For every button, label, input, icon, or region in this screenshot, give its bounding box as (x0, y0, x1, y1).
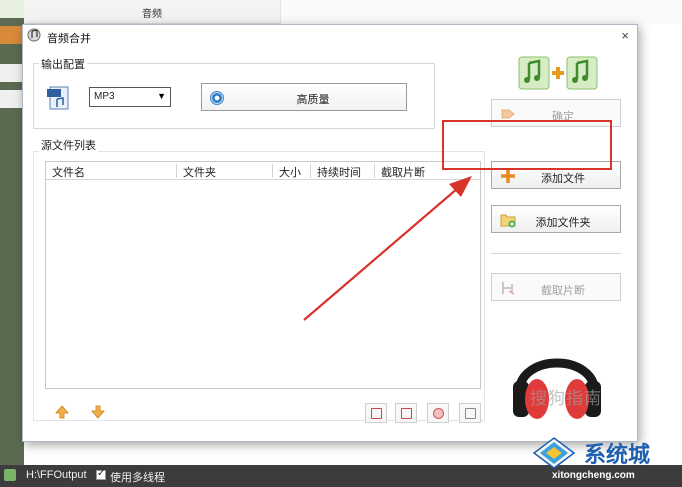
format-select-value: MP3 (94, 91, 115, 102)
column-header[interactable]: 文件名 (46, 164, 176, 179)
audio-merge-dialog: 音频合并 × 输出配置 MP3 ▼ 高质量 源文件列表 文件名 文件夹 大小 持… (22, 24, 638, 442)
site-logo-icon (532, 437, 576, 469)
add-file-label: 添加文件 (541, 173, 585, 185)
site-url: xitongcheng.com (552, 470, 635, 481)
quality-label: 高质量 (296, 94, 330, 106)
audio-format-icon (47, 86, 69, 110)
info-button[interactable] (459, 403, 481, 423)
source-list-label: 源文件列表 (39, 137, 98, 153)
clip-button[interactable]: 截取片断 (491, 273, 621, 301)
background-top-bar: 音频 (24, 0, 280, 24)
clear-list-button[interactable] (365, 403, 387, 423)
move-up-icon[interactable] (55, 405, 69, 419)
column-header[interactable]: 大小 (272, 164, 310, 179)
site-name: 系统城 (584, 442, 651, 467)
format-select[interactable]: MP3 ▼ (89, 87, 171, 107)
info-icon (465, 408, 476, 419)
move-down-icon[interactable] (91, 405, 105, 419)
background-right-pane (280, 0, 682, 24)
divider (491, 253, 621, 254)
delete-icon (401, 408, 412, 419)
dialog-title: 音频合并 (47, 33, 91, 45)
column-header[interactable]: 持续时间 (310, 164, 374, 179)
output-path: H:\FFOutput (26, 469, 87, 481)
output-config-label: 输出配置 (39, 56, 87, 72)
background-category-label: 音频 (142, 9, 162, 20)
chevron-down-icon: ▼ (157, 91, 166, 101)
settings-icon (0, 90, 24, 108)
app-icon (27, 28, 41, 42)
background-left-panel (0, 0, 24, 487)
multithread-label: 使用多线程 (110, 472, 165, 484)
clear-icon (371, 408, 382, 419)
highlight-box (442, 120, 612, 170)
source-file-list[interactable]: 文件名 文件夹 大小 持续时间 截取片断 (45, 161, 481, 389)
quality-button[interactable]: 高质量 (201, 83, 407, 111)
multithread-checkbox[interactable] (96, 468, 106, 480)
titlebar: 音频合并 × (23, 25, 637, 47)
clip-label: 截取片断 (541, 285, 585, 297)
play-button[interactable] (427, 403, 449, 423)
column-header[interactable]: 文件夹 (176, 164, 272, 179)
close-button[interactable]: × (621, 28, 629, 43)
remove-file-button[interactable] (395, 403, 417, 423)
folder-icon (4, 469, 16, 481)
file-icon (0, 64, 24, 82)
add-folder-label: 添加文件夹 (535, 217, 591, 229)
play-icon (433, 408, 444, 419)
sogou-watermark: 搜狗指南 (530, 389, 602, 408)
music-file-icon (0, 0, 24, 18)
music-merge-icon (518, 56, 598, 90)
file-icon (0, 26, 24, 44)
list-header: 文件名 文件夹 大小 持续时间 截取片断 (46, 162, 480, 180)
add-folder-button[interactable]: 添加文件夹 (491, 205, 621, 233)
